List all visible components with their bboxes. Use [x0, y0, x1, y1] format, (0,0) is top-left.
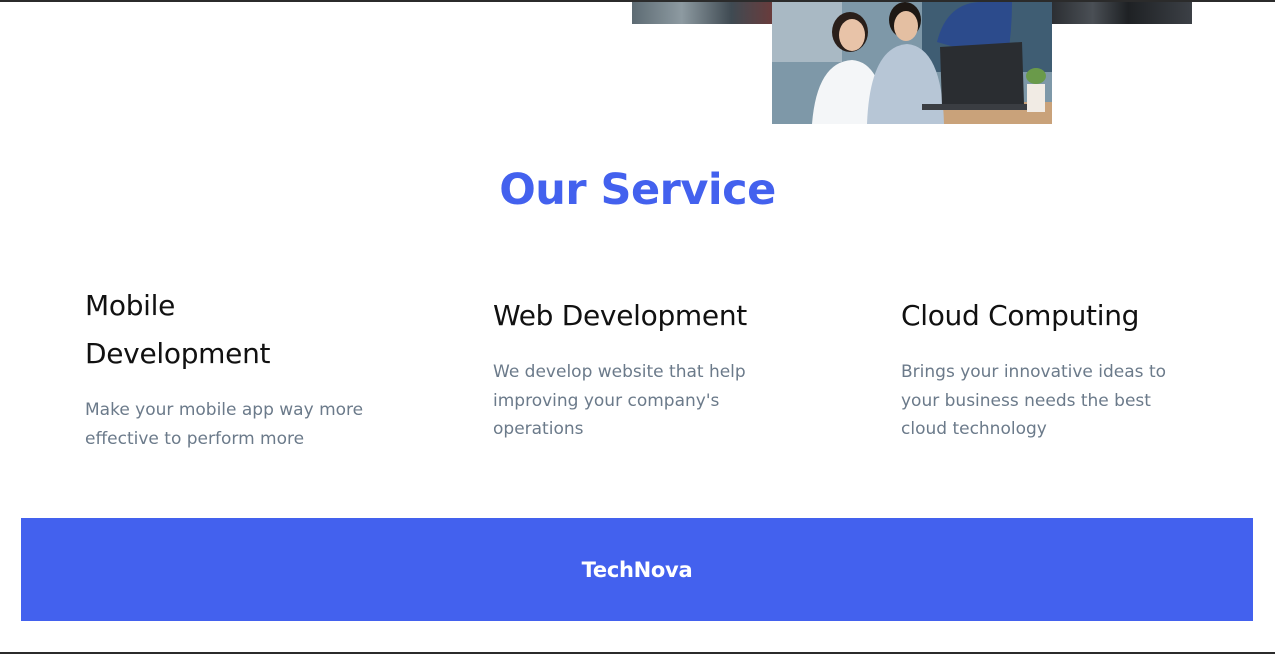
page: Our Service Mobile Development Make your…: [0, 0, 1275, 654]
service-heading: Cloud Computing: [901, 299, 1140, 332]
service-card-web: Web Development We develop website that …: [493, 292, 793, 444]
service-heading: Mobile Development: [85, 289, 271, 370]
service-card-cloud: Cloud Computing Brings your innovative i…: [901, 292, 1201, 444]
team-photo-illustration: [772, 2, 1052, 124]
hero-image-right: [1050, 2, 1192, 24]
footer: TechNova: [21, 518, 1253, 621]
section-title: Our Service: [499, 165, 776, 215]
service-description: Make your mobile app way more effective …: [85, 400, 364, 449]
service-card-mobile: Mobile Development Make your mobile app …: [85, 282, 385, 453]
hero-image-team-laptop: [772, 2, 1052, 124]
service-description: We develop website that help improving y…: [493, 362, 746, 439]
service-description: Brings your innovative ideas to your bus…: [901, 362, 1167, 439]
footer-brand[interactable]: TechNova: [582, 558, 693, 582]
service-heading: Web Development: [493, 299, 747, 332]
hero-image-left: [632, 2, 774, 24]
